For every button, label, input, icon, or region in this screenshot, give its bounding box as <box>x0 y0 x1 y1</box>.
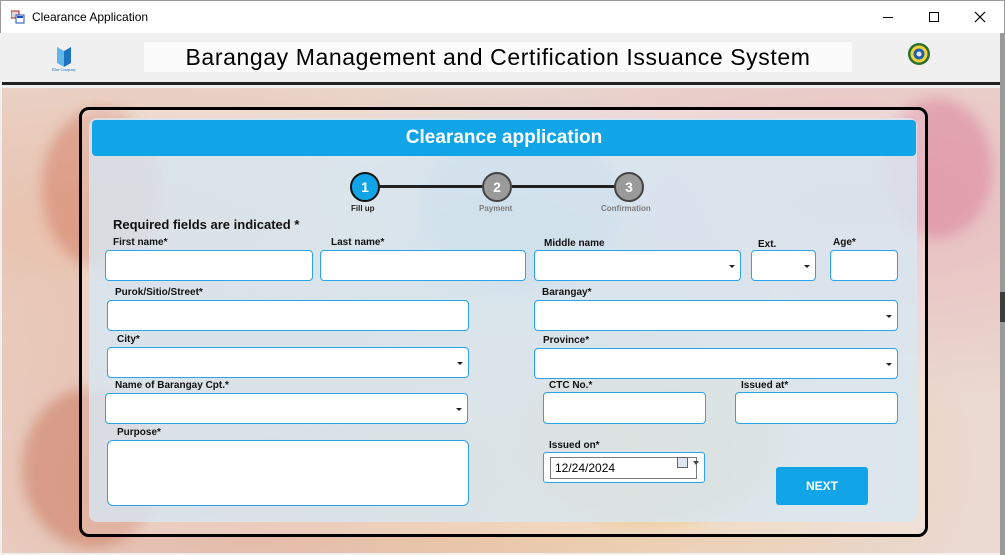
chevron-down-icon <box>886 362 892 366</box>
chevron-down-icon <box>729 264 735 268</box>
first-name-label: First name* <box>113 237 168 248</box>
issued-at-field[interactable] <box>735 392 898 424</box>
province-combo[interactable] <box>534 348 898 379</box>
barangay-label: Barangay* <box>542 287 592 298</box>
step-1-label: Fill up <box>351 204 375 213</box>
age-label: Age* <box>833 237 856 248</box>
minimize-button[interactable] <box>865 1 911 33</box>
scroll-notch <box>1000 292 1005 322</box>
step-1-indicator: 1 <box>350 172 380 202</box>
app-header: Blue Company Barangay Management and Cer… <box>2 33 1000 85</box>
window-titlebar: Clearance Application <box>0 0 1005 33</box>
purok-field[interactable] <box>107 300 469 331</box>
chevron-down-icon <box>804 264 810 268</box>
city-combo[interactable] <box>107 347 469 378</box>
step-2-indicator: 2 <box>482 172 512 202</box>
chevron-down-icon[interactable] <box>693 461 699 465</box>
maximize-button[interactable] <box>911 1 957 33</box>
last-name-label: Last name* <box>331 237 385 248</box>
step-2-label: Payment <box>479 204 513 213</box>
province-label: Province* <box>543 335 590 346</box>
step-connector <box>380 185 484 188</box>
chevron-down-icon <box>886 314 892 318</box>
chevron-down-icon <box>457 361 463 365</box>
middle-name-combo[interactable] <box>534 250 741 281</box>
chevron-down-icon <box>456 407 462 411</box>
app-window-icon <box>11 10 25 24</box>
age-field[interactable] <box>830 250 898 281</box>
last-name-field[interactable] <box>320 250 526 281</box>
barangay-seal-icon <box>908 43 930 65</box>
barangay-combo[interactable] <box>534 300 898 331</box>
required-note: Required fields are indicated * <box>113 217 300 232</box>
ext-label: Ext. <box>758 239 777 250</box>
close-icon <box>974 11 986 23</box>
system-title: Barangay Management and Certification Is… <box>144 42 852 72</box>
first-name-field[interactable] <box>105 250 313 281</box>
ext-combo[interactable] <box>751 250 816 281</box>
purok-label: Purok/Sitio/Street* <box>115 287 203 298</box>
purpose-textarea[interactable] <box>107 440 469 506</box>
ctc-no-field[interactable] <box>543 392 706 424</box>
maximize-icon <box>929 12 939 22</box>
window-edge <box>1000 33 1005 555</box>
issued-on-value[interactable]: 12/24/2024 <box>550 457 697 479</box>
step-3-label: Confirmation <box>601 204 651 213</box>
next-button[interactable]: NEXT <box>776 467 868 505</box>
company-name: Blue Company <box>51 67 77 72</box>
form-heading: Clearance application <box>92 120 916 156</box>
step-3-indicator: 3 <box>614 172 644 202</box>
issued-at-label: Issued at* <box>741 380 789 391</box>
issued-on-label: Issued on* <box>549 440 600 451</box>
barangay-cpt-label: Name of Barangay Cpt.* <box>115 380 229 391</box>
window-title: Clearance Application <box>32 10 149 24</box>
ctc-no-label: CTC No.* <box>549 380 593 391</box>
purpose-label: Purpose* <box>117 427 161 438</box>
middle-name-label: Middle name <box>544 238 605 249</box>
calendar-icon[interactable] <box>677 457 688 468</box>
city-label: City* <box>117 334 140 345</box>
close-button[interactable] <box>957 1 1003 33</box>
minimize-icon <box>883 16 893 18</box>
issued-on-datepicker[interactable]: 12/24/2024 <box>543 452 705 483</box>
step-connector <box>512 185 616 188</box>
barangay-cpt-combo[interactable] <box>105 393 468 424</box>
